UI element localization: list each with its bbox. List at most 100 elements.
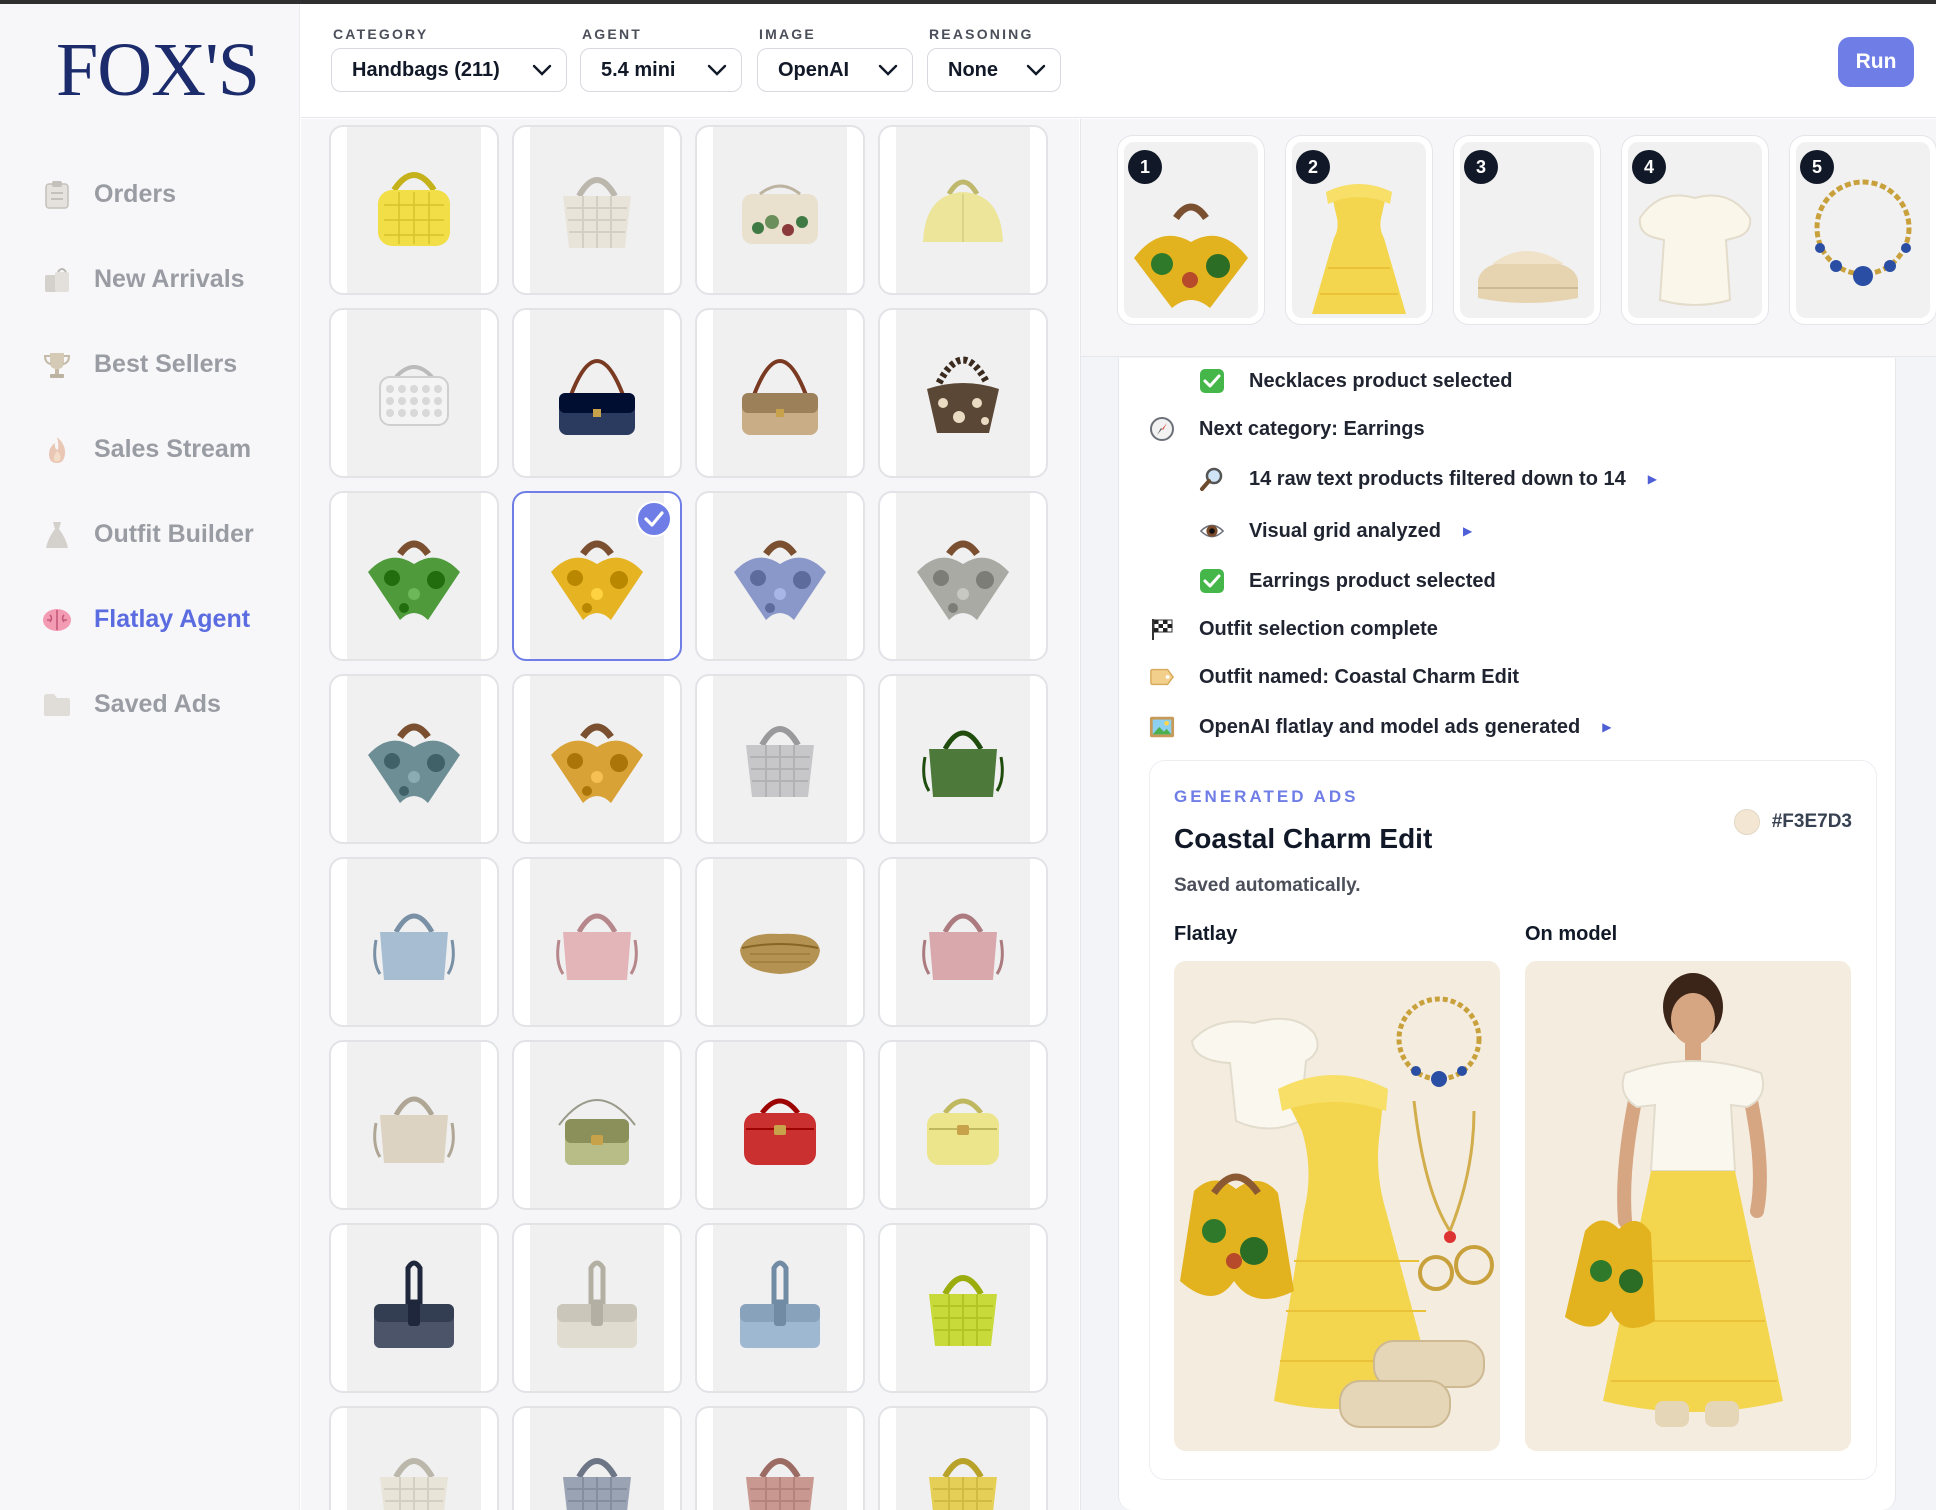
- on-model-image[interactable]: [1525, 961, 1851, 1451]
- expand-caret-icon[interactable]: ▶: [1463, 524, 1472, 538]
- sidebar-item-label: Sales Stream: [94, 435, 252, 463]
- product-card[interactable]: [695, 491, 865, 661]
- product-grid-panel[interactable]: [301, 119, 1079, 1510]
- product-image: [713, 310, 847, 476]
- log-entry[interactable]: Visual grid analyzed ▶: [1199, 518, 1472, 544]
- eye-icon: [1199, 518, 1225, 544]
- product-card[interactable]: [695, 308, 865, 478]
- product-card[interactable]: [878, 674, 1048, 844]
- reasoning-label: REASONING: [929, 26, 1034, 42]
- sidebar-item-best-sellers[interactable]: Best Sellers: [40, 322, 280, 407]
- outfit-item-card[interactable]: 5: [1789, 135, 1936, 325]
- product-card[interactable]: [695, 674, 865, 844]
- product-image: [347, 859, 481, 1025]
- log-entry[interactable]: 14 raw text products filtered down to 14…: [1199, 466, 1657, 492]
- sidebar-item-new-arrivals[interactable]: New Arrivals: [40, 237, 280, 322]
- product-card[interactable]: [695, 1406, 865, 1510]
- product-image: [530, 310, 664, 476]
- chevron-down-icon: [878, 64, 898, 76]
- sidebar-item-orders[interactable]: Orders: [40, 152, 280, 237]
- product-image: [896, 1225, 1030, 1391]
- product-card[interactable]: [329, 857, 499, 1027]
- product-card[interactable]: [329, 1406, 499, 1510]
- outfit-item-card[interactable]: 2: [1285, 135, 1433, 325]
- log-entry[interactable]: OpenAI flatlay and model ads generated ▶: [1149, 714, 1611, 740]
- check-icon: [1199, 368, 1225, 394]
- product-card[interactable]: [512, 1223, 682, 1393]
- brand-logo[interactable]: FOX'S: [56, 32, 260, 108]
- flatlay-label: Flatlay: [1174, 923, 1238, 945]
- sidebar-item-sales-stream[interactable]: Sales Stream: [40, 407, 280, 492]
- product-image: [347, 310, 481, 476]
- product-card[interactable]: [878, 1040, 1048, 1210]
- outfit-item-card[interactable]: 1: [1117, 135, 1265, 325]
- category-label: CATEGORY: [333, 26, 429, 42]
- sidebar-item-label: New Arrivals: [94, 265, 245, 293]
- image-field: IMAGE OpenAI: [757, 26, 913, 92]
- product-card[interactable]: [329, 491, 499, 661]
- product-card[interactable]: [512, 125, 682, 295]
- expand-caret-icon[interactable]: ▶: [1602, 720, 1611, 734]
- color-swatch: #F3E7D3: [1733, 809, 1852, 835]
- product-card[interactable]: [512, 1040, 682, 1210]
- sidebar-item-flatlay-agent[interactable]: Flatlay Agent: [40, 577, 280, 662]
- product-card[interactable]: [878, 125, 1048, 295]
- product-card[interactable]: [512, 674, 682, 844]
- outfit-item-card[interactable]: 3: [1453, 135, 1601, 325]
- product-card[interactable]: [329, 125, 499, 295]
- on-model-label: On model: [1525, 923, 1618, 945]
- product-card[interactable]: [695, 125, 865, 295]
- product-image: [530, 1225, 664, 1391]
- picture-icon: [1149, 714, 1175, 740]
- product-image: [713, 127, 847, 293]
- agent-panel: 1 2 3 4 5 Necklaces product selected Next cat…: [1080, 119, 1936, 1510]
- flatlay-image[interactable]: [1174, 961, 1500, 1451]
- category-select[interactable]: Handbags (211): [331, 48, 567, 92]
- agent-field: AGENT 5.4 mini: [580, 26, 742, 92]
- outfit-item-card[interactable]: 4: [1621, 135, 1769, 325]
- product-image: [530, 859, 664, 1025]
- image-label: IMAGE: [759, 26, 816, 42]
- product-card[interactable]: [329, 674, 499, 844]
- log-entry: Necklaces product selected: [1199, 368, 1512, 394]
- sidebar-item-saved-ads[interactable]: Saved Ads: [40, 662, 280, 747]
- expand-caret-icon[interactable]: ▶: [1648, 472, 1657, 486]
- product-image: [713, 676, 847, 842]
- sidebar-item-outfit-builder[interactable]: Outfit Builder: [40, 492, 280, 577]
- swatch-hex: #F3E7D3: [1771, 811, 1852, 832]
- ads-title: Coastal Charm Edit: [1174, 823, 1433, 854]
- log-entry-text: Next category: Earrings: [1199, 417, 1425, 440]
- swatch-dot: [1733, 809, 1760, 835]
- product-card[interactable]: [695, 1223, 865, 1393]
- reasoning-select[interactable]: None: [927, 48, 1061, 92]
- check-icon: [1199, 568, 1225, 594]
- agent-log[interactable]: Necklaces product selected Next category:…: [1118, 358, 1896, 1510]
- log-entry: Outfit named: Coastal Charm Edit: [1149, 664, 1519, 690]
- product-image: [896, 1408, 1030, 1510]
- product-card[interactable]: [878, 491, 1048, 661]
- product-image: [713, 1225, 847, 1391]
- product-card[interactable]: [878, 308, 1048, 478]
- product-card[interactable]: [329, 1040, 499, 1210]
- product-card[interactable]: [329, 1223, 499, 1393]
- product-card[interactable]: [878, 1406, 1048, 1510]
- outfit-item-number: 5: [1800, 150, 1834, 184]
- reasoning-value: None: [948, 58, 998, 81]
- product-card[interactable]: [878, 857, 1048, 1027]
- product-card[interactable]: [695, 1040, 865, 1210]
- outfit-strip[interactable]: 1 2 3 4 5: [1081, 119, 1936, 357]
- product-card[interactable]: [512, 1406, 682, 1510]
- category-value: Handbags (211): [352, 58, 500, 81]
- product-card[interactable]: [695, 857, 865, 1027]
- agent-select[interactable]: 5.4 mini: [580, 48, 742, 92]
- product-card[interactable]: [512, 491, 682, 661]
- product-card[interactable]: [512, 857, 682, 1027]
- product-card[interactable]: [512, 308, 682, 478]
- product-card[interactable]: [878, 1223, 1048, 1393]
- product-card[interactable]: [329, 308, 499, 478]
- product-image: [530, 127, 664, 293]
- image-select[interactable]: OpenAI: [757, 48, 913, 92]
- sidebar-item-label: Outfit Builder: [94, 520, 254, 548]
- run-button[interactable]: Run: [1838, 37, 1914, 87]
- product-grid: [329, 125, 1048, 1510]
